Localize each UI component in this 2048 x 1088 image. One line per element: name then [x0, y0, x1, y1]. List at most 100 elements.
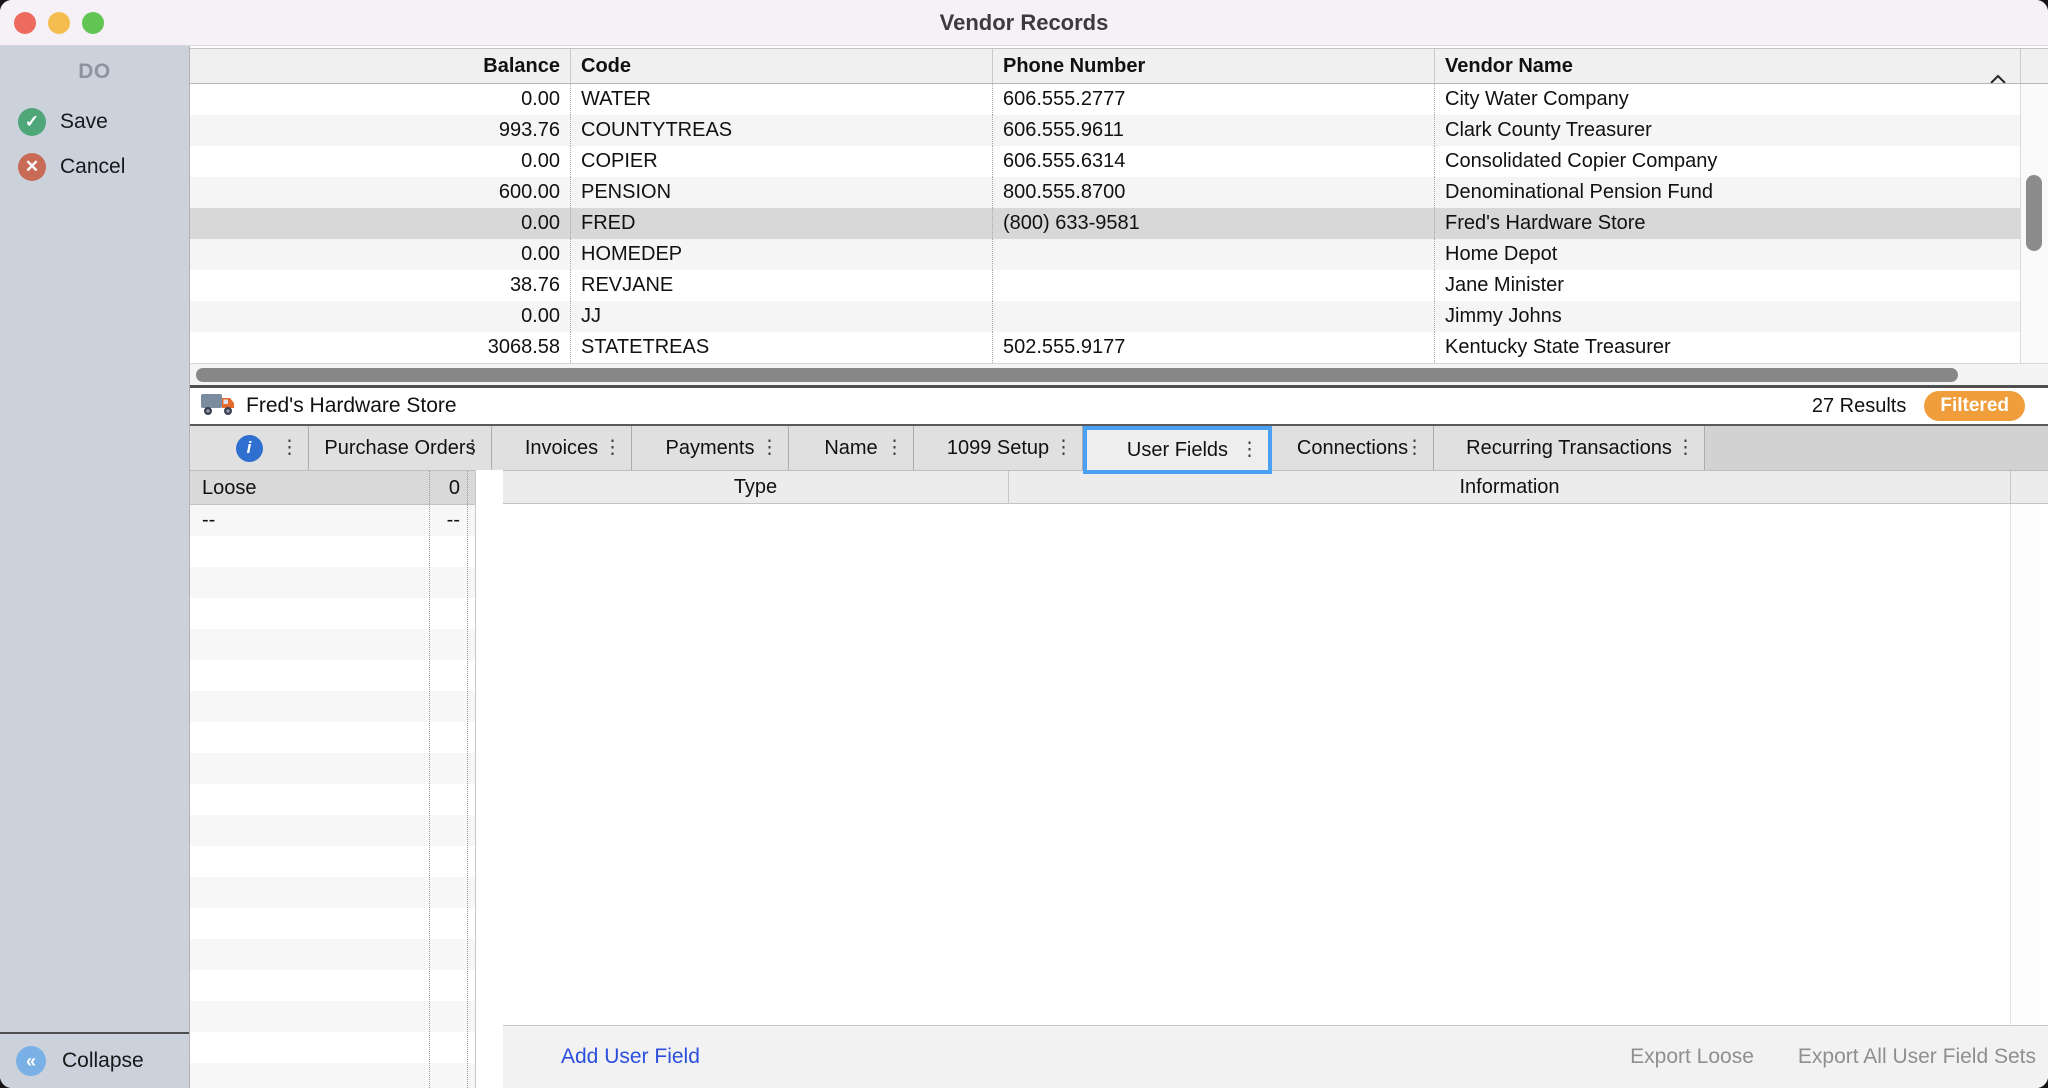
tab-name[interactable]: Name ⋮: [789, 426, 914, 470]
vendor-cell: FRED: [570, 208, 992, 239]
filtered-badge[interactable]: Filtered: [1924, 391, 2025, 421]
tab-menu-icon[interactable]: ⋮: [1405, 437, 1424, 460]
loose-item-value: --: [447, 505, 460, 536]
tab-label: Payments: [666, 437, 755, 460]
column-header-code[interactable]: Code: [570, 49, 992, 83]
loose-panel-header[interactable]: Loose 0: [190, 471, 475, 505]
column-header-balance[interactable]: Balance: [190, 49, 570, 83]
fields-footer-bar: Add User Field Export Loose Export All U…: [503, 1025, 2048, 1088]
vendor-row[interactable]: 38.76REVJANE Jane Minister: [190, 270, 2020, 301]
vendor-cell: 600.00: [190, 177, 570, 208]
tab-menu-icon[interactable]: ⋮: [603, 437, 622, 460]
vendor-row[interactable]: 993.76COUNTYTREAS606.555.9611Clark Count…: [190, 115, 2020, 146]
vendor-row[interactable]: 0.00COPIER606.555.6314Consolidated Copie…: [190, 146, 2020, 177]
vendor-cell: [992, 301, 1434, 332]
save-label: Save: [60, 110, 108, 134]
info-icon: i: [236, 435, 263, 462]
vendor-cell: REVJANE: [570, 270, 992, 301]
vendor-row[interactable]: 600.00PENSION800.555.8700Denominational …: [190, 177, 2020, 208]
tab-label: Name: [824, 437, 877, 460]
vendor-cell: PENSION: [570, 177, 992, 208]
cancel-button[interactable]: ✕ Cancel: [18, 153, 189, 181]
column-header-vendor-name[interactable]: Vendor Name: [1434, 49, 2020, 83]
tab-menu-icon[interactable]: ⋮: [1054, 437, 1073, 460]
cancel-x-icon: ✕: [18, 153, 46, 181]
tab-connections[interactable]: Connections⋮: [1272, 426, 1434, 470]
add-user-field-link[interactable]: Add User Field: [561, 1045, 700, 1069]
tab-menu-icon[interactable]: ⋮: [885, 437, 904, 460]
vendor-cell: 0.00: [190, 208, 570, 239]
vendor-table-header: Balance Code Phone Number Vendor Name: [190, 48, 2048, 84]
tab-info[interactable]: i ⋮: [190, 426, 309, 470]
cancel-label: Cancel: [60, 155, 125, 179]
tabbar-filler: [1705, 426, 2048, 470]
column-header-information: Information: [1008, 471, 2010, 503]
app-window: Vendor Records DO ✓ Save ✕ Cancel « Coll…: [0, 0, 2048, 1088]
vendor-cell: WATER: [570, 84, 992, 115]
tab-label: Connections: [1297, 437, 1408, 460]
vendor-cell: 993.76: [190, 115, 570, 146]
vendor-table-body: 0.00WATER606.555.2777City Water Company9…: [190, 84, 2020, 363]
vendor-cell: JJ: [570, 301, 992, 332]
tab-purchase-orders[interactable]: Purchase Orders⋮: [309, 426, 492, 470]
vendor-cell: 0.00: [190, 239, 570, 270]
tab-label: User Fields: [1127, 439, 1228, 462]
export-loose-button[interactable]: Export Loose: [1630, 1045, 1754, 1069]
save-check-icon: ✓: [18, 108, 46, 136]
vendor-cell: 3068.58: [190, 332, 570, 363]
column-header-type: Type: [503, 471, 1008, 503]
user-fields-area: Type Information Add User Field Export L…: [503, 470, 2048, 1088]
column-header-phone[interactable]: Phone Number: [992, 49, 1434, 83]
vendor-cell: Home Depot: [1434, 239, 2020, 270]
detail-tab-bar: i ⋮ Purchase Orders⋮Invoices⋮Payments⋮Na…: [190, 426, 2048, 470]
sidebar: DO ✓ Save ✕ Cancel « Collapse: [0, 46, 190, 1088]
vendor-row[interactable]: 0.00FRED(800) 633-9581Fred's Hardware St…: [190, 208, 2020, 239]
vendor-cell: 0.00: [190, 146, 570, 177]
detail-body: Loose 0 -- -- Type Information: [190, 470, 2048, 1088]
tab-menu-icon[interactable]: ⋮: [760, 437, 779, 460]
collapse-button[interactable]: « Collapse: [0, 1032, 189, 1088]
tab-recurring-transactions[interactable]: Recurring Transactions⋮: [1434, 426, 1705, 470]
sort-ascending-icon: [1990, 61, 2006, 83]
tab-payments[interactable]: Payments⋮: [632, 426, 789, 470]
export-all-button[interactable]: Export All User Field Sets: [1798, 1045, 2036, 1069]
vendor-cell: STATETREAS: [570, 332, 992, 363]
vendor-row[interactable]: 0.00JJJimmy Johns: [190, 301, 2020, 332]
horizontal-scrollbar-thumb[interactable]: [196, 368, 1958, 382]
vendor-cell: 606.555.2777: [992, 84, 1434, 115]
do-heading: DO: [0, 60, 189, 84]
vendor-cell: Fred's Hardware Store: [1434, 208, 2020, 239]
vendor-cell: Jane Minister: [1434, 270, 2020, 301]
vendor-cell: 38.76: [190, 270, 570, 301]
tab-user-fields[interactable]: User Fields ⋮: [1083, 426, 1272, 474]
vendor-cell: Clark County Treasurer: [1434, 115, 2020, 146]
tab-menu-icon[interactable]: ⋮: [463, 437, 482, 460]
vendor-cell: 0.00: [190, 84, 570, 115]
tab-menu-icon[interactable]: ⋮: [1676, 437, 1695, 460]
save-button[interactable]: ✓ Save: [18, 108, 189, 136]
vendor-cell: 606.555.6314: [992, 146, 1434, 177]
results-count: 27 Results: [1812, 395, 1907, 418]
vendor-cell: COUNTYTREAS: [570, 115, 992, 146]
vendor-cell: Denominational Pension Fund: [1434, 177, 2020, 208]
vendor-row[interactable]: 0.00WATER606.555.2777City Water Company: [190, 84, 2020, 115]
tab-1099-setup[interactable]: 1099 Setup⋮: [914, 426, 1083, 470]
loose-column-separator: [467, 471, 468, 1088]
vendor-cell: COPIER: [570, 146, 992, 177]
vendor-cell: Jimmy Johns: [1434, 301, 2020, 332]
tab-menu-icon[interactable]: ⋮: [280, 437, 299, 460]
tab-label: Recurring Transactions: [1466, 437, 1672, 460]
vendor-row[interactable]: 0.00HOMEDEPHome Depot: [190, 239, 2020, 270]
tab-invoices[interactable]: Invoices⋮: [492, 426, 632, 470]
vendor-row[interactable]: 3068.58STATETREAS502.555.9177Kentucky St…: [190, 332, 2020, 363]
vertical-scrollbar-thumb[interactable]: [2026, 175, 2042, 251]
tab-menu-icon[interactable]: ⋮: [1240, 439, 1259, 462]
loose-column-separator: [429, 471, 430, 1088]
loose-list-item[interactable]: -- --: [190, 505, 475, 536]
tab-label: Invoices: [525, 437, 598, 460]
loose-empty-rows: [190, 536, 475, 1088]
vendor-cell: 606.555.9611: [992, 115, 1434, 146]
vendor-cell: Consolidated Copier Company: [1434, 146, 2020, 177]
collapse-label: Collapse: [62, 1049, 144, 1073]
titlebar: Vendor Records: [0, 0, 2048, 46]
